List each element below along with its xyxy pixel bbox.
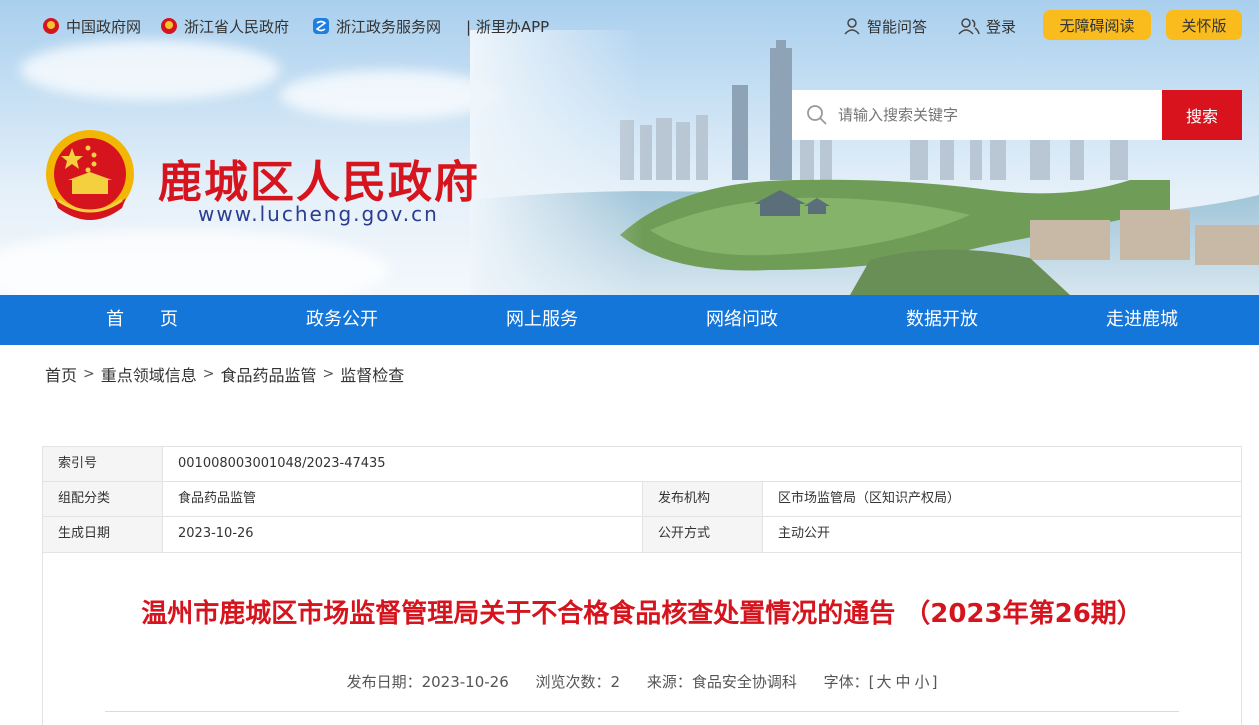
article-meta: 发布日期：2023-10-26 浏览次数：2 来源：食品安全协调科 字体：[大中… bbox=[43, 671, 1241, 692]
open-mode-value: 主动公开 bbox=[778, 526, 831, 541]
city-skyline-image bbox=[470, 30, 1259, 295]
publish-date: 发布日期：2023-10-26 bbox=[346, 673, 509, 691]
nav-about-lucheng[interactable]: 走进鹿城 bbox=[1106, 295, 1178, 345]
font-medium-button[interactable]: 中 bbox=[896, 673, 911, 691]
search-box bbox=[792, 90, 1162, 140]
view-count: 浏览次数：2 bbox=[535, 673, 621, 691]
site-url: www.lucheng.gov.cn bbox=[198, 202, 439, 226]
divider bbox=[105, 711, 1179, 712]
breadcrumb-key-areas[interactable]: 重点领域信息 bbox=[101, 362, 197, 386]
breadcrumb-separator: > bbox=[322, 366, 335, 382]
font-size-label: 字体：[ bbox=[823, 673, 875, 691]
date-label: 生成日期 bbox=[43, 517, 163, 552]
category-value: 食品药品监管 bbox=[163, 482, 643, 516]
accessible-read-button[interactable]: 无障碍阅读 bbox=[1043, 10, 1151, 40]
main-nav: 首 页 政务公开 网上服务 网络问政 数据开放 走进鹿城 bbox=[0, 295, 1259, 345]
site-title: 鹿城区人民政府 bbox=[158, 157, 480, 208]
nav-online-inquiry[interactable]: 网络问政 bbox=[706, 295, 778, 345]
publisher-label: 发布机构 bbox=[643, 482, 763, 516]
emblem-icon bbox=[161, 18, 177, 34]
link-zlb-app[interactable]: | 浙里办APP bbox=[466, 14, 549, 38]
index-no-label: 索引号 bbox=[43, 447, 163, 481]
nav-online-service[interactable]: 网上服务 bbox=[506, 295, 578, 345]
emblem-icon bbox=[43, 18, 59, 34]
index-no-value: 001008003001048/2023-47435 bbox=[178, 456, 386, 471]
info-row: 生成日期 2023-10-26 公开方式 主动公开 bbox=[43, 517, 1241, 552]
font-size-close: ] bbox=[931, 673, 938, 691]
search-icon bbox=[807, 105, 827, 125]
font-large-button[interactable]: 大 bbox=[877, 673, 892, 691]
link-zjzw[interactable]: 浙江政务服务网 bbox=[312, 14, 441, 38]
open-mode-label: 公开方式 bbox=[643, 517, 763, 552]
link-zj-gov[interactable]: 浙江省人民政府 bbox=[160, 14, 289, 38]
link-gov-cn[interactable]: 中国政府网 bbox=[42, 14, 141, 38]
nav-gov-affairs[interactable]: 政务公开 bbox=[306, 295, 378, 345]
search-input[interactable] bbox=[838, 106, 1138, 124]
breadcrumb-inspection[interactable]: 监督检查 bbox=[340, 362, 404, 386]
zjzw-icon bbox=[313, 18, 329, 34]
breadcrumb-separator: > bbox=[202, 366, 215, 382]
article-panel: 温州市鹿城区市场监督管理局关于不合格食品核查处置情况的通告 （2023年第26期… bbox=[42, 553, 1242, 725]
info-row: 组配分类 食品药品监管 发布机构 区市场监管局（区知识产权局） bbox=[43, 482, 1241, 517]
font-small-button[interactable]: 小 bbox=[915, 673, 930, 691]
date-value: 2023-10-26 bbox=[163, 517, 643, 552]
care-version-button[interactable]: 关怀版 bbox=[1166, 10, 1242, 40]
smart-qa-link[interactable]: 智能问答 bbox=[843, 14, 927, 38]
article-title: 温州市鹿城区市场监督管理局关于不合格食品核查处置情况的通告 （2023年第26期… bbox=[141, 599, 1143, 629]
top-bar: 中国政府网 浙江省人民政府 浙江政务服务网 | 浙里办APP 智能问答 登录 无… bbox=[0, 0, 1259, 52]
breadcrumb-separator: > bbox=[83, 366, 95, 382]
users-icon bbox=[958, 18, 980, 35]
document-info-table: 索引号 001008003001048/2023-47435 组配分类 食品药品… bbox=[42, 446, 1242, 553]
cloud-decoration bbox=[0, 230, 390, 295]
nav-home[interactable]: 首 页 bbox=[106, 295, 178, 345]
category-label: 组配分类 bbox=[43, 482, 163, 516]
login-link[interactable]: 登录 bbox=[958, 14, 1016, 38]
cloud-decoration bbox=[280, 70, 500, 120]
breadcrumb-home[interactable]: 首页 bbox=[45, 362, 77, 386]
breadcrumb-food-drug[interactable]: 食品药品监管 bbox=[221, 362, 317, 386]
search-button[interactable]: 搜索 bbox=[1162, 90, 1242, 140]
info-row: 索引号 001008003001048/2023-47435 bbox=[43, 447, 1241, 482]
national-emblem-logo bbox=[46, 130, 134, 220]
user-icon bbox=[844, 18, 860, 35]
font-size-control: 字体：[大中小] bbox=[824, 673, 938, 691]
publisher-value: 区市场监管局（区知识产权局） bbox=[778, 491, 961, 506]
site-header: 中国政府网 浙江省人民政府 浙江政务服务网 | 浙里办APP 智能问答 登录 无… bbox=[0, 0, 1259, 295]
nav-open-data[interactable]: 数据开放 bbox=[906, 295, 978, 345]
article-source: 来源：食品安全协调科 bbox=[646, 673, 797, 691]
breadcrumb: 首页 > 重点领域信息 > 食品药品监管 > 监督检查 bbox=[45, 362, 404, 386]
